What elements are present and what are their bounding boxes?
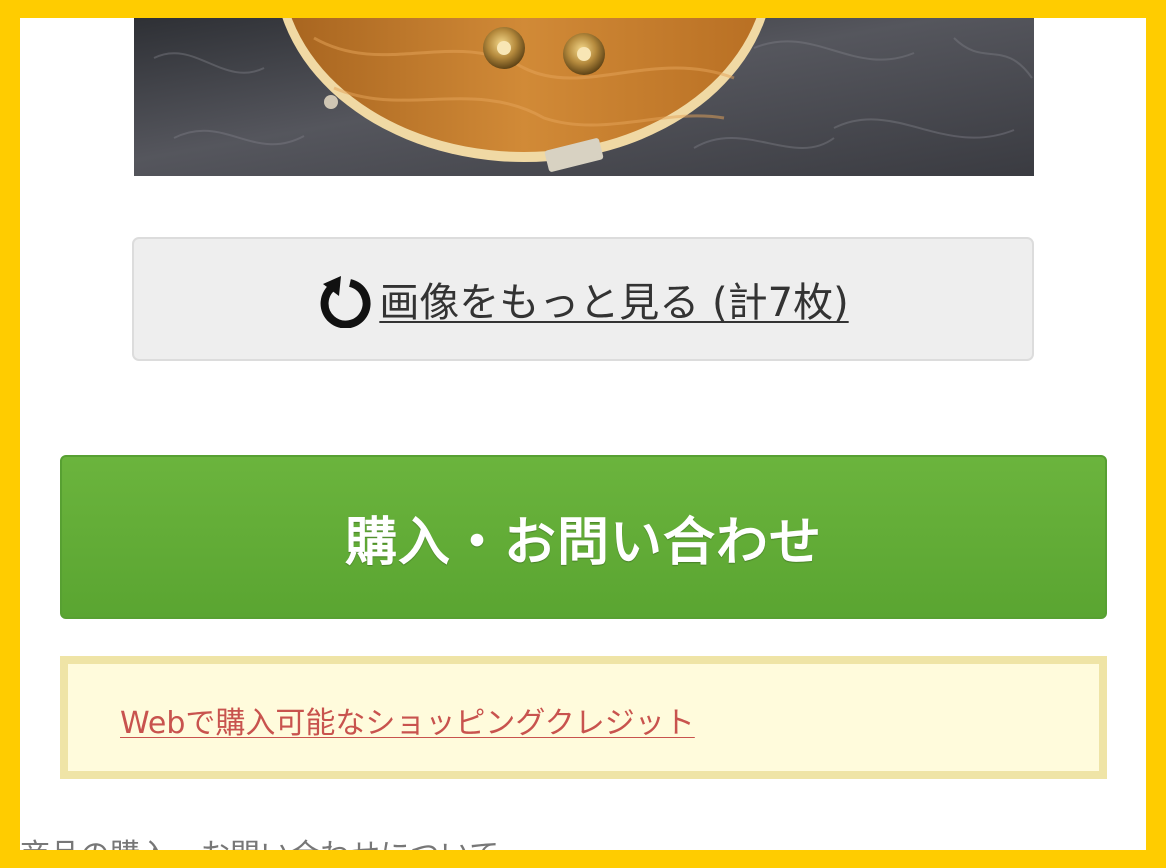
purchase-inquiry-label: 購入・お問い合わせ bbox=[344, 512, 822, 573]
page-frame: 画像をもっと見る (計7枚) 購入・お問い合わせ Webで購入可能なショッピング… bbox=[20, 18, 1146, 850]
purchase-info-heading: 商品の購入・お問い合わせについて bbox=[20, 830, 499, 850]
guitar-image bbox=[134, 18, 1034, 176]
purchase-inquiry-button[interactable]: 購入・お問い合わせ bbox=[60, 455, 1107, 619]
more-images-label: 画像をもっと見る (計7枚) bbox=[379, 280, 849, 326]
shopping-credit-notice: Webで購入可能なショッピングクレジット bbox=[60, 656, 1107, 779]
more-images-button[interactable]: 画像をもっと見る (計7枚) bbox=[132, 237, 1034, 361]
refresh-icon bbox=[320, 276, 371, 328]
shopping-credit-link[interactable]: Webで購入可能なショッピングクレジット bbox=[120, 698, 695, 742]
product-photo bbox=[134, 18, 1034, 176]
